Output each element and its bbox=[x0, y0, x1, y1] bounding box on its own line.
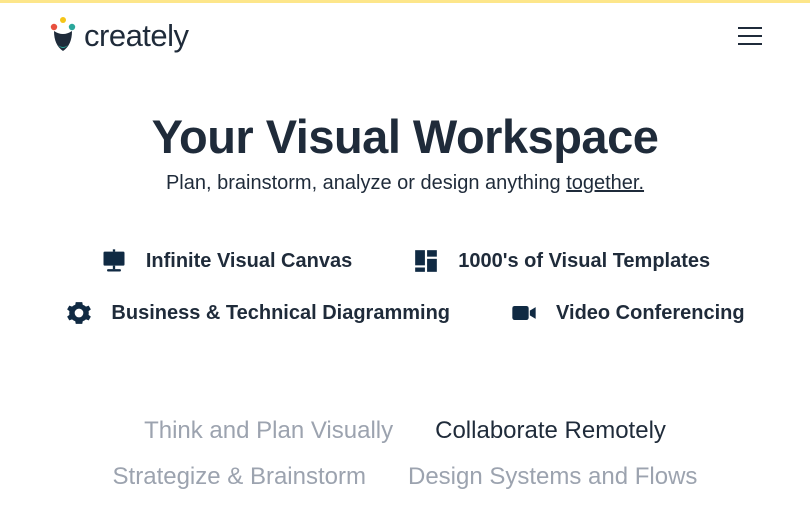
tab-list: Think and Plan Visually Collaborate Remo… bbox=[0, 417, 810, 491]
presentation-board-icon bbox=[100, 247, 128, 275]
feature-label: 1000's of Visual Templates bbox=[458, 250, 710, 273]
feature-label: Business & Technical Diagramming bbox=[111, 302, 450, 325]
feature-infinite-canvas: Infinite Visual Canvas bbox=[100, 247, 352, 275]
feature-templates: 1000's of Visual Templates bbox=[412, 247, 710, 275]
feature-list: Infinite Visual Canvas 1000's of Visual … bbox=[0, 247, 810, 327]
logo-text: creately bbox=[84, 18, 189, 54]
feature-label: Infinite Visual Canvas bbox=[146, 250, 352, 273]
tab-think-and-plan[interactable]: Think and Plan Visually bbox=[144, 417, 393, 445]
grid-templates-icon bbox=[412, 247, 440, 275]
video-camera-icon bbox=[510, 299, 538, 327]
hero-title: Your Visual Workspace bbox=[0, 109, 810, 164]
feature-video-conferencing: Video Conferencing bbox=[510, 299, 745, 327]
hero-subtitle-prefix: Plan, brainstorm, analyze or design anyt… bbox=[166, 172, 566, 194]
logo-mark-icon bbox=[48, 17, 78, 55]
feature-label: Video Conferencing bbox=[556, 302, 745, 325]
gear-icon bbox=[65, 299, 93, 327]
header: creately bbox=[0, 3, 810, 55]
hero-subtitle: Plan, brainstorm, analyze or design anyt… bbox=[0, 172, 810, 195]
menu-icon[interactable] bbox=[738, 27, 762, 45]
tab-strategize-brainstorm[interactable]: Strategize & Brainstorm bbox=[113, 463, 366, 491]
hero: Your Visual Workspace Plan, brainstorm, … bbox=[0, 109, 810, 195]
tab-collaborate-remotely[interactable]: Collaborate Remotely bbox=[435, 417, 666, 445]
logo[interactable]: creately bbox=[48, 17, 189, 55]
tab-design-systems[interactable]: Design Systems and Flows bbox=[408, 463, 697, 491]
feature-diagramming: Business & Technical Diagramming bbox=[65, 299, 450, 327]
hero-subtitle-emphasis: together. bbox=[566, 172, 644, 194]
